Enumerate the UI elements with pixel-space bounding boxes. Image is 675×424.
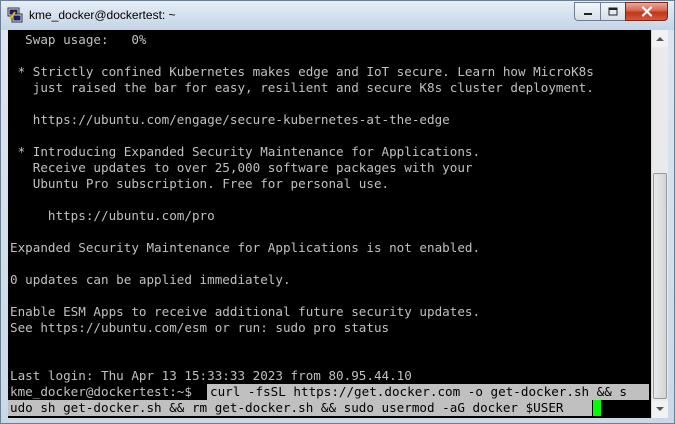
putty-icon[interactable]: [7, 7, 23, 23]
close-icon: [641, 6, 652, 17]
window-title: kme_docker@dockertest: ~: [29, 8, 176, 22]
window-controls: [574, 2, 668, 21]
putty-window: kme_docker@dockertest: ~ Swap usage: 0% …: [0, 0, 675, 424]
terminal-line: Last login: Thu Apr 13 15:33:33 2023 fro…: [10, 368, 412, 383]
terminal-line: https://ubuntu.com/pro: [10, 208, 215, 223]
terminal-line: https://ubuntu.com/engage/secure-kuberne…: [10, 112, 450, 127]
chevron-down-icon: [656, 407, 664, 411]
terminal-line: Ubuntu Pro subscription. Free for person…: [10, 176, 390, 191]
terminal-screen[interactable]: Swap usage: 0% * Strictly confined Kuber…: [8, 30, 651, 418]
scrollbar-thumb[interactable]: [653, 173, 667, 399]
terminal-line: 0 updates can be applied immediately.: [10, 272, 291, 287]
command-text[interactable]: curl -fsSL https://get.docker.com -o get…: [210, 384, 627, 400]
close-button[interactable]: [625, 2, 668, 21]
terminal-line: Enable ESM Apps to receive additional fu…: [10, 304, 481, 319]
terminal-line: Expanded Security Maintenance for Applic…: [10, 240, 481, 255]
vertical-scrollbar[interactable]: [651, 30, 668, 418]
terminal-line: Swap usage: 0%: [10, 32, 147, 47]
chevron-up-icon: [656, 37, 664, 41]
scroll-down-button[interactable]: [652, 401, 668, 418]
text-cursor: [593, 400, 601, 416]
terminal-line: See https://ubuntu.com/esm or run: sudo …: [10, 320, 390, 335]
terminal-line: * Introducing Expanded Security Maintena…: [10, 144, 481, 159]
shell-prompt: kme_docker@dockertest:~$: [10, 384, 200, 399]
scroll-up-button[interactable]: [652, 30, 668, 47]
terminal-line: just raised the bar for easy, resilient …: [10, 80, 594, 95]
minimize-button[interactable]: [574, 2, 600, 21]
terminal-line: Receive updates to over 25,000 software …: [10, 160, 473, 175]
terminal-line: * Strictly confined Kubernetes makes edg…: [10, 64, 594, 79]
title-bar[interactable]: kme_docker@dockertest: ~: [1, 1, 674, 30]
command-text[interactable]: udo sh get-docker.sh && rm get-docker.sh…: [10, 400, 564, 416]
maximize-button[interactable]: [600, 2, 625, 21]
minimize-icon: [583, 12, 592, 15]
maximize-icon: [608, 7, 618, 16]
